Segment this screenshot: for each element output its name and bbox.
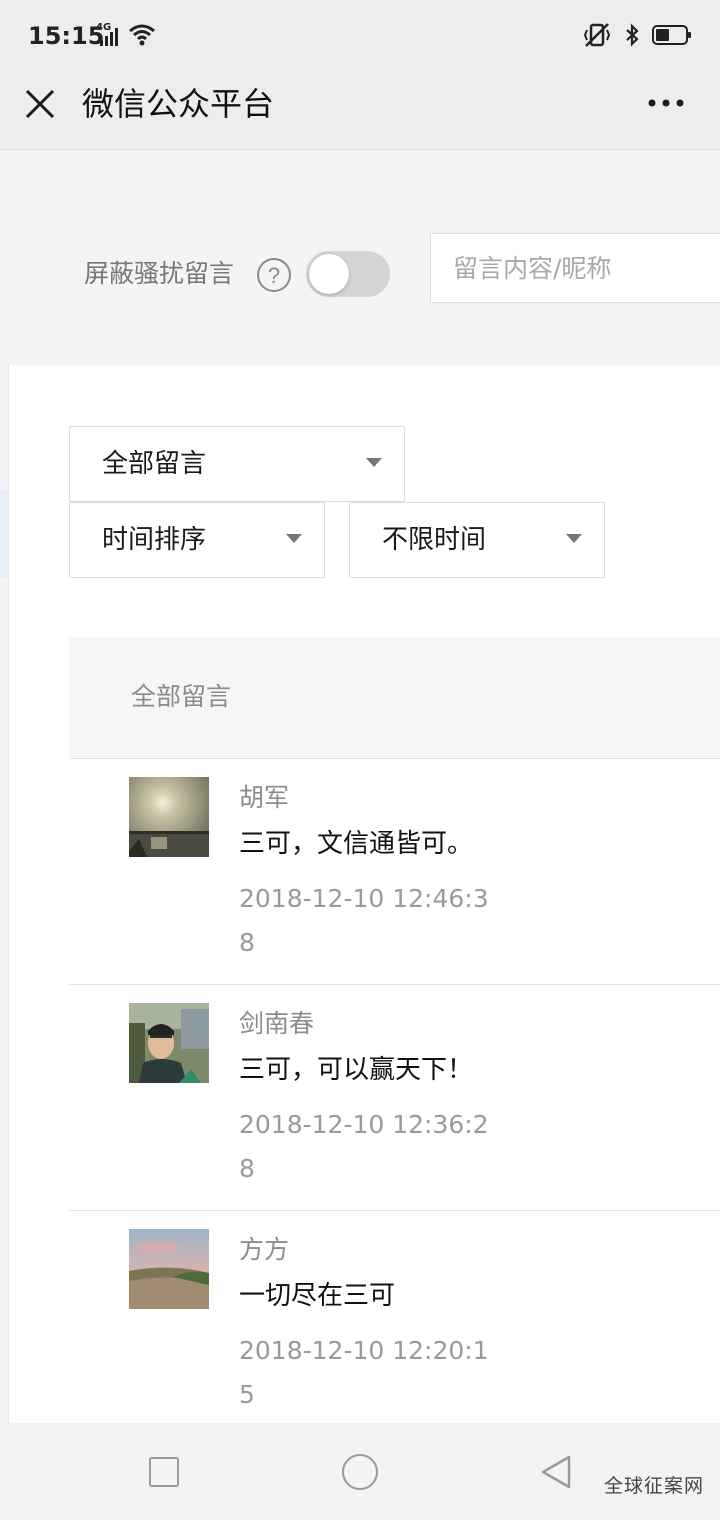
avatar[interactable] (129, 777, 209, 857)
search-box (430, 233, 720, 303)
comment-time: 2018-12-10 12:20:15 (239, 1336, 489, 1409)
back-icon[interactable] (538, 1453, 574, 1491)
type-dropdown[interactable]: 全部留言 (69, 426, 405, 502)
comment-time: 2018-12-10 12:36:28 (239, 1110, 489, 1183)
recent-apps-icon[interactable] (149, 1457, 179, 1487)
shield-label: 屏蔽骚扰留言 (84, 259, 235, 288)
battery-icon (652, 25, 691, 45)
comment-nickname: 剑南春 (239, 1009, 315, 1038)
comment-time: 2018-12-10 12:46:38 (239, 884, 489, 957)
svg-text:?: ? (268, 263, 280, 288)
sort-dropdown-label: 时间排序 (102, 525, 207, 555)
status-time: 15:15 (28, 22, 105, 50)
avatar[interactable] (129, 1003, 209, 1083)
navbar: 微信公众平台 (0, 72, 720, 150)
left-strip (0, 365, 8, 1423)
time-dropdown-label: 不限时间 (382, 525, 487, 555)
comment-content: 三可，可以赢天下！ (239, 1055, 474, 1085)
comment-content: 三可，文信通皆可。 (239, 829, 474, 859)
search-input[interactable] (431, 234, 720, 302)
chevron-down-icon (566, 534, 582, 543)
status-bar: 15:15 4G (0, 0, 720, 72)
comment-item[interactable]: 胡军 三可，文信通皆可。 2018-12-10 12:46:38 (69, 759, 720, 985)
list-header-label: 全部留言 (131, 682, 232, 711)
avatar[interactable] (129, 1229, 209, 1309)
more-icon (648, 99, 684, 107)
bottom-nav: 全球征案网 (0, 1423, 720, 1520)
sort-dropdown[interactable]: 时间排序 (69, 502, 325, 578)
time-dropdown[interactable]: 不限时间 (349, 502, 605, 578)
left-strip-highlight (0, 490, 8, 578)
help-icon[interactable]: ? (256, 257, 292, 293)
vibrate-icon (583, 23, 611, 47)
list-header: 全部留言 (69, 637, 720, 759)
page-title: 微信公众平台 (82, 85, 275, 123)
shield-toggle[interactable] (306, 251, 390, 297)
bluetooth-icon (626, 23, 639, 47)
signal-icon (100, 28, 118, 46)
comment-item[interactable]: 方方 一切尽在三可 2018-12-10 12:20:15 (69, 1211, 720, 1423)
filter-area: 屏蔽骚扰留言 ? (0, 151, 720, 365)
status-left-icons (100, 24, 156, 46)
main-panel: 全部留言 时间排序 不限时间 全部留言 胡军 三可，文信通皆可。 2018-12… (8, 365, 720, 1423)
comment-item[interactable]: 剑南春 三可，可以赢天下！ 2018-12-10 12:36:28 (69, 985, 720, 1211)
chevron-down-icon (366, 458, 382, 467)
chevron-down-icon (286, 534, 302, 543)
wifi-icon (129, 24, 155, 46)
watermark: 全球征案网 (604, 1475, 705, 1497)
close-button[interactable] (18, 82, 62, 126)
comment-nickname: 方方 (239, 1235, 290, 1264)
close-icon (25, 89, 55, 119)
home-icon[interactable] (342, 1454, 378, 1490)
type-dropdown-label: 全部留言 (102, 449, 207, 479)
more-button[interactable] (646, 88, 690, 118)
status-right-icons (582, 22, 692, 48)
comment-nickname: 胡军 (239, 783, 290, 812)
toggle-knob (309, 254, 349, 294)
comment-content: 一切尽在三可 (239, 1281, 396, 1311)
